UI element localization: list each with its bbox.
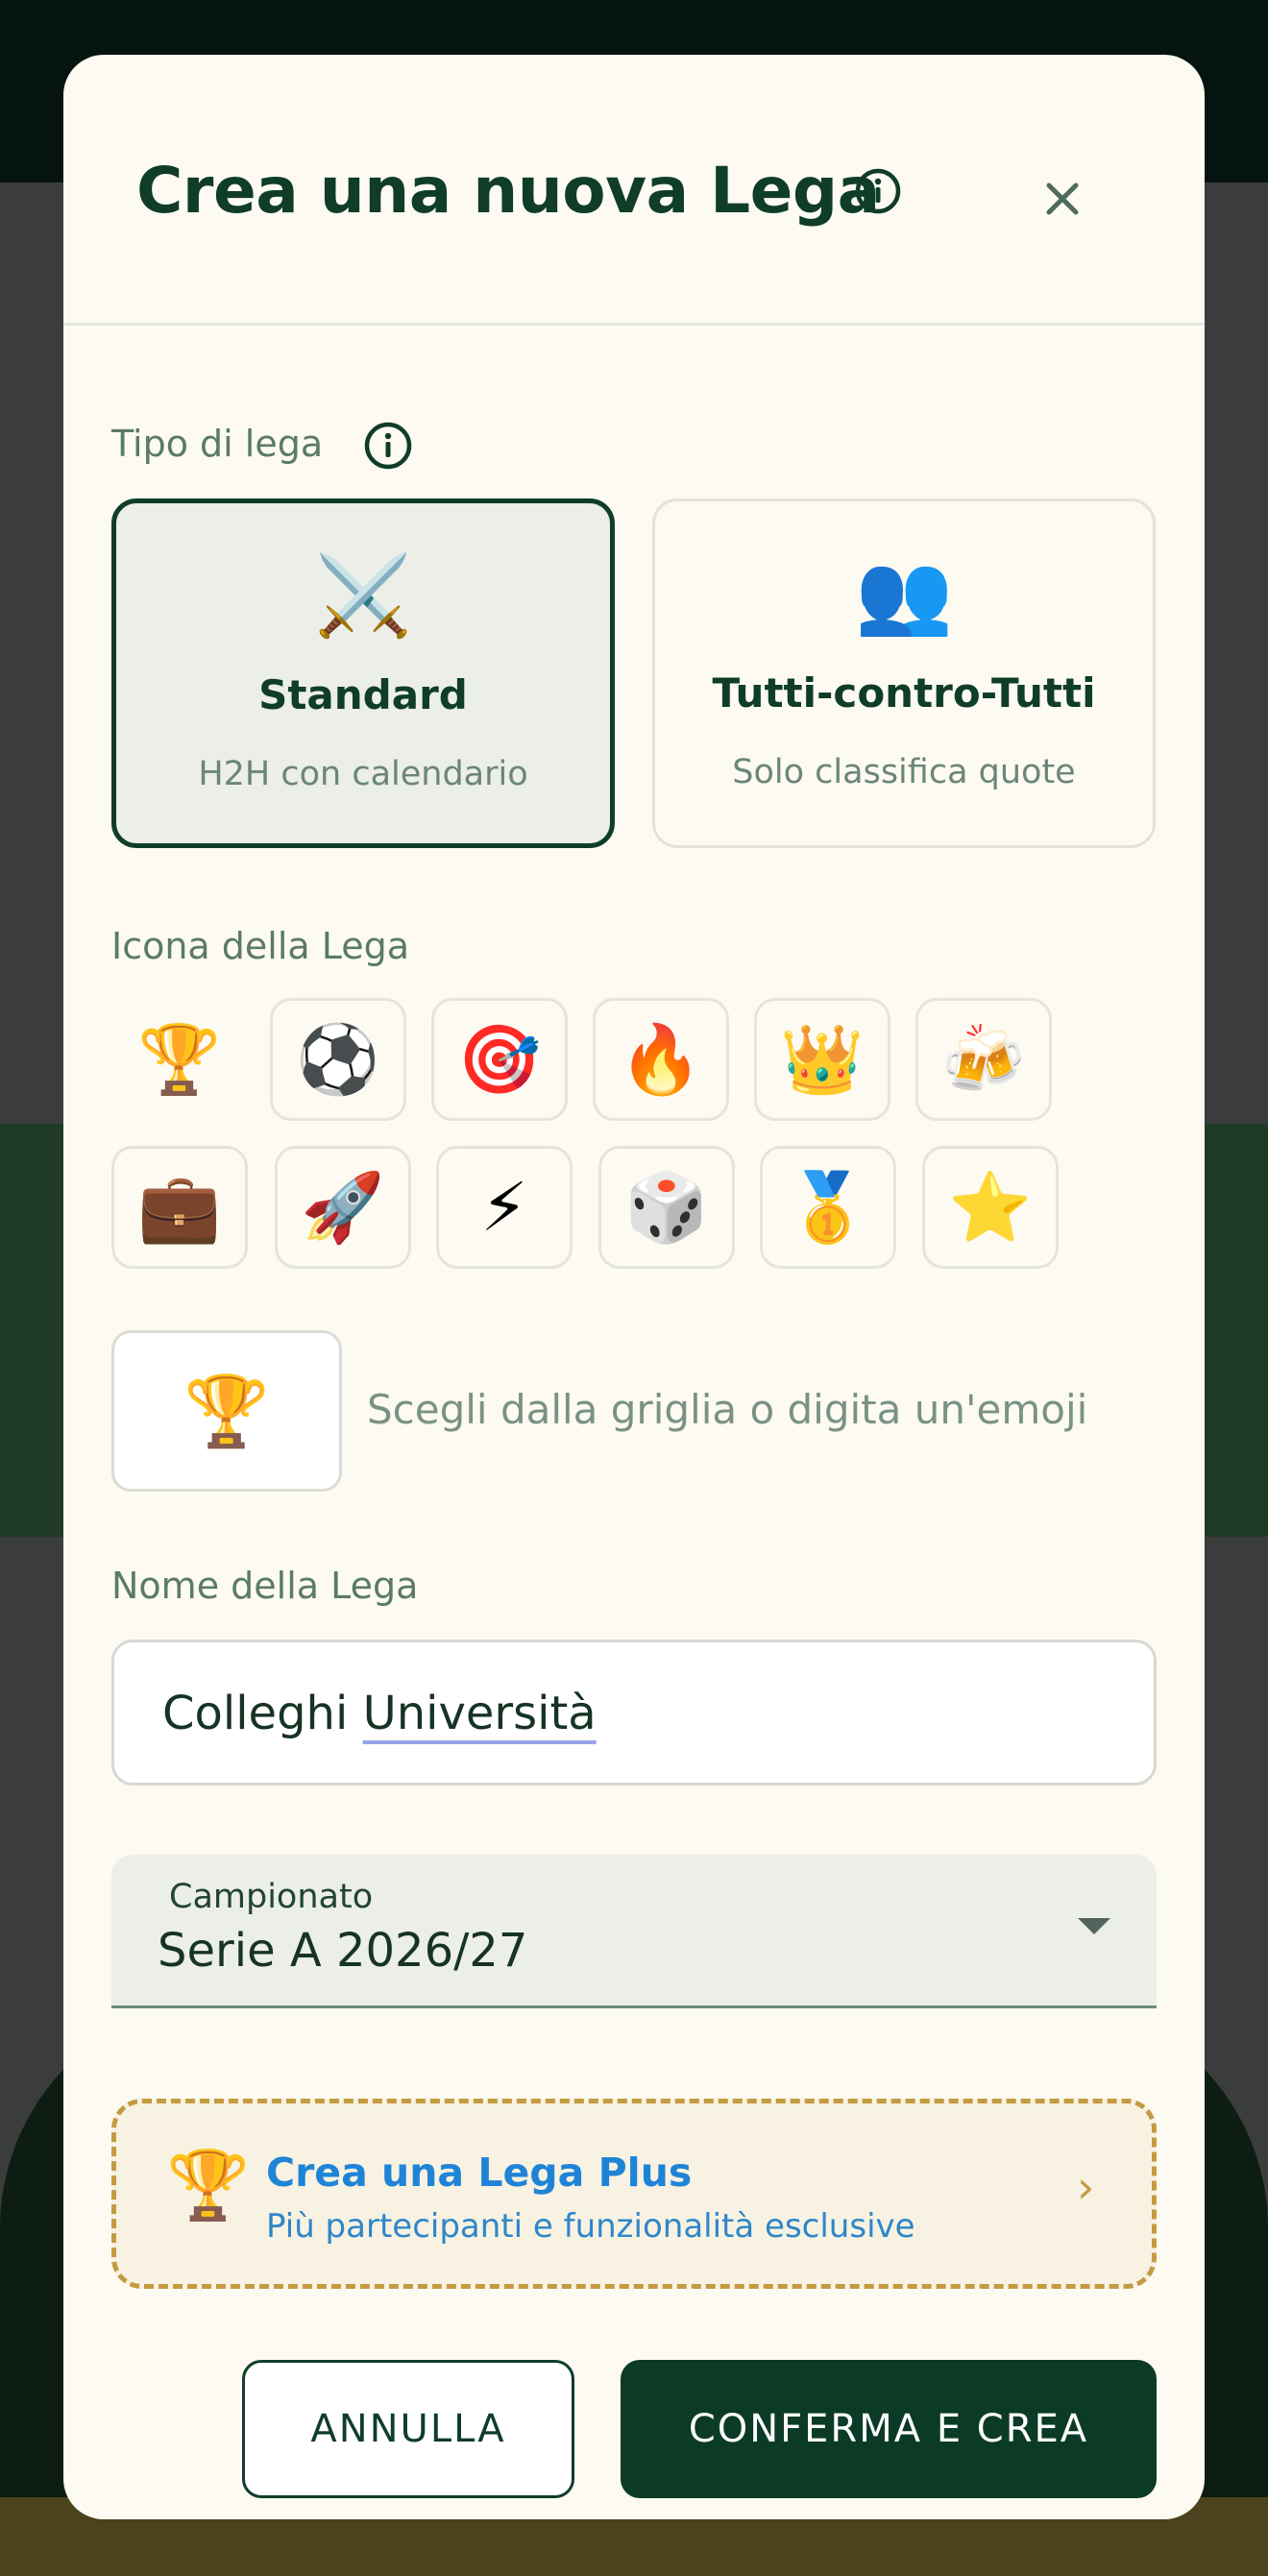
people-icon: 👥 [854, 548, 954, 640]
league-name-value: Colleghi Università [162, 1687, 597, 1740]
icon-option-beers[interactable]: 🍻 [915, 998, 1052, 1121]
icon-option-fire[interactable]: 🔥 [593, 998, 729, 1121]
league-name-input[interactable]: Colleghi Università [111, 1640, 1157, 1786]
confirm-create-button[interactable]: CONFERMA E CREA [621, 2360, 1157, 2498]
championship-select[interactable]: Campionato Serie A 2026/27 [111, 1855, 1157, 2008]
create-league-dialog: Crea una nuova Lega Tipo di lega ⚔️ Stan… [63, 55, 1205, 2519]
icon-option-lightning[interactable]: ⚡ [436, 1146, 573, 1269]
icon-option-briefcase[interactable]: 💼 [111, 1146, 248, 1269]
icon-option-trophy[interactable]: 🏆 [111, 998, 248, 1121]
icon-option-medal[interactable]: 🥇 [760, 1146, 896, 1269]
league-type-standard-card[interactable]: ⚔️ Standard H2H con calendario [111, 498, 615, 848]
league-type-all-vs-all-card[interactable]: 👥 Tutti-contro-Tutti Solo classifica quo… [652, 498, 1156, 848]
custom-emoji-input[interactable]: 🏆 [111, 1330, 342, 1492]
league-plus-promo[interactable]: 🏆 Crea una Lega Plus Più partecipanti e … [111, 2099, 1157, 2289]
icon-option-star[interactable]: ⭐ [922, 1146, 1059, 1269]
chevron-right-icon: › [1077, 2161, 1095, 2213]
promo-title: Crea una Lega Plus [266, 2150, 693, 2196]
cancel-button[interactable]: ANNULLA [242, 2360, 574, 2498]
league-type-subtitle: Solo classifica quote [732, 753, 1076, 791]
icon-option-soccer-ball[interactable]: ⚽ [270, 998, 406, 1121]
icon-option-target[interactable]: 🎯 [431, 998, 568, 1121]
league-type-name: Standard [258, 671, 468, 718]
header-divider [63, 323, 1205, 326]
info-icon[interactable] [854, 167, 902, 215]
emoji-hint-text: Scegli dalla griglia o digita un'emoji [367, 1386, 1088, 1433]
dropdown-arrow-icon [1078, 1918, 1110, 1934]
close-button[interactable] [1024, 160, 1101, 237]
icon-option-rocket[interactable]: 🚀 [275, 1146, 411, 1269]
league-type-label: Tipo di lega [111, 423, 324, 465]
league-type-name: Tutti-contro-Tutti [712, 669, 1096, 717]
championship-label: Campionato [169, 1878, 374, 1916]
trophy-icon: 🏆 [166, 2146, 251, 2224]
promo-subtitle: Più partecipanti e funzionalità esclusiv… [266, 2207, 915, 2246]
icon-option-dice[interactable]: 🎲 [598, 1146, 735, 1269]
crossed-swords-icon: ⚔️ [313, 550, 413, 642]
dialog-title: Crea una nuova Lega [136, 154, 880, 228]
league-type-subtitle: H2H con calendario [198, 755, 528, 793]
icon-option-crown[interactable]: 👑 [754, 998, 890, 1121]
close-icon [1046, 182, 1079, 215]
championship-value: Serie A 2026/27 [158, 1924, 528, 1978]
dialog-header: Crea una nuova Lega [63, 55, 1205, 324]
league-icon-label: Icona della Lega [111, 925, 410, 967]
info-icon[interactable] [363, 421, 413, 471]
league-name-label: Nome della Lega [111, 1565, 419, 1607]
